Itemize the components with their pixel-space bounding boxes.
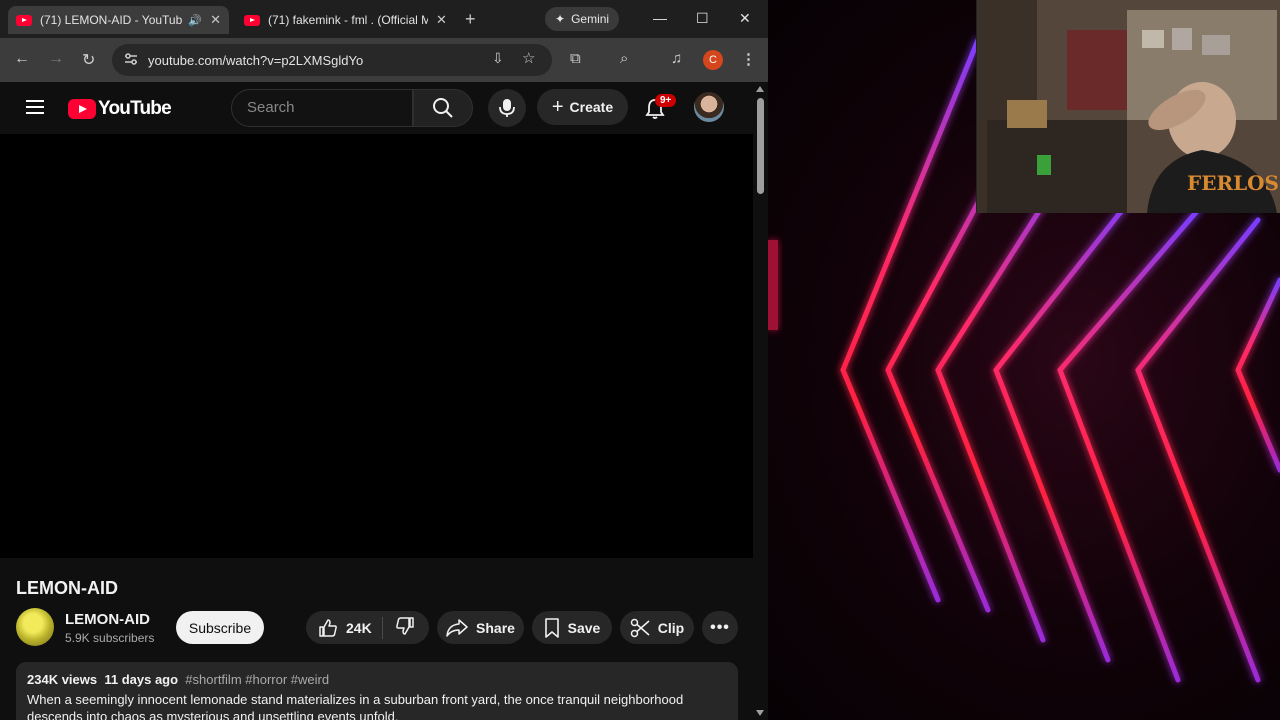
share-arrow-icon [446,618,468,637]
upload-age: 11 days ago [104,672,179,687]
minimize-button[interactable]: — [653,10,667,26]
tab-title: (71) LEMON-AID - YouTube [40,13,183,27]
bookmark-star-icon[interactable]: ☆ [522,49,535,67]
plus-icon: + [551,95,564,118]
gemini-sparkle-icon: ✦ [555,12,566,26]
search-input[interactable]: Search [231,89,413,127]
save-label: Save [567,619,601,636]
channel-name[interactable]: LEMON-AID [65,611,150,628]
scroll-down-arrow-icon[interactable] [756,710,764,716]
tab-fakemink[interactable]: (71) fakemink - fml . (Official M ✕ [236,6,456,34]
youtube-play-icon [68,99,96,119]
tab-search-icon[interactable]: ⌕ [620,50,628,67]
clip-button[interactable]: Clip [620,611,694,644]
new-tab-button[interactable]: + [465,9,476,30]
save-button[interactable]: Save [532,611,612,644]
scroll-up-arrow-icon[interactable] [756,86,764,92]
like-count: 24K [346,619,372,636]
voice-search-button[interactable] [488,89,526,127]
gemini-label: Gemini [571,12,610,26]
address-toolbar: ← → ↻ youtube.com/watch?v=p2LXMSgldYo ⇩ … [0,38,768,82]
close-tab-icon[interactable]: ✕ [436,12,447,28]
back-arrow-icon[interactable]: ← [14,50,30,68]
video-title: LEMON-AID [16,578,118,598]
subscriber-count: 5.9K subscribers [65,631,155,645]
video-meta-line: 234K views 11 days ago #shortfilm #horro… [27,672,727,687]
notification-badge: 9+ [655,94,677,107]
tab-lemon-aid[interactable]: (71) LEMON-AID - YouTube 🔊 ✕ [8,6,229,34]
tab-strip: (71) LEMON-AID - YouTube 🔊 ✕ (71) fakemi… [0,0,768,38]
close-tab-icon[interactable]: ✕ [210,12,221,28]
youtube-logo[interactable]: YouTube [68,98,172,120]
create-button[interactable]: + Create [537,89,628,125]
profile-avatar[interactable]: C [703,50,723,70]
scrollbar-thumb[interactable] [757,98,764,194]
reload-icon[interactable]: ↻ [82,50,95,70]
dislike-button[interactable] [383,616,415,639]
extensions-icon[interactable]: ⧉ [570,50,581,67]
site-info-icon[interactable] [124,52,138,66]
speaker-icon[interactable]: 🔊 [188,14,202,27]
search-button[interactable] [413,89,473,127]
maximize-button[interactable]: ☐ [696,10,709,27]
like-button[interactable]: 24K [306,618,382,638]
webcam-overlay: FERLOS [976,0,1280,213]
svg-text:FERLOS: FERLOS [1187,171,1279,195]
url-text: youtube.com/watch?v=p2LXMSgldYo [148,52,364,68]
browser-window: (71) LEMON-AID - YouTube 🔊 ✕ (71) fakemi… [0,0,768,720]
tab-title: (71) fakemink - fml . (Official M [268,13,428,27]
thumbs-up-icon [319,618,337,637]
video-player[interactable] [0,134,753,558]
address-bar[interactable]: youtube.com/watch?v=p2LXMSgldYo ⇩ ☆ [112,44,552,76]
youtube-favicon-icon [16,14,32,26]
search-icon [433,98,453,118]
hamburger-menu-icon[interactable] [26,100,44,114]
hashtags[interactable]: #shortfilm #horror #weird [185,672,329,687]
create-label: Create [569,99,614,115]
youtube-header: YouTube Search + Create [0,82,753,134]
install-app-icon[interactable]: ⇩ [492,50,504,67]
more-dots-icon: ••• [710,618,730,636]
close-window-button[interactable]: ✕ [739,10,751,27]
view-count: 234K views [27,672,98,687]
description-text: When a seemingly innocent lemonade stand… [27,692,684,720]
page-scrollbar[interactable] [753,82,768,720]
menu-dots-icon[interactable]: ⋮ [741,50,756,68]
subscribe-button[interactable]: Subscribe [176,611,264,644]
youtube-wordmark: YouTube [98,98,172,119]
youtube-favicon-icon [244,14,260,26]
clip-label: Clip [657,619,685,636]
thumbs-down-icon [396,617,414,635]
like-dislike-group: 24K [306,611,429,644]
forward-arrow-icon[interactable]: → [48,50,64,68]
more-actions-button[interactable]: ••• [702,611,738,644]
gemini-button[interactable]: ✦ Gemini [545,7,620,31]
microphone-icon [499,99,515,117]
account-avatar[interactable] [694,92,724,122]
bookmark-icon [544,617,559,638]
share-button[interactable]: Share [437,611,524,644]
scissors-icon [630,618,650,637]
share-label: Share [476,619,515,636]
channel-avatar[interactable] [16,608,54,646]
media-control-icon[interactable]: ♫ [671,50,682,67]
description-box[interactable]: 234K views 11 days ago #shortfilm #horro… [16,662,738,720]
